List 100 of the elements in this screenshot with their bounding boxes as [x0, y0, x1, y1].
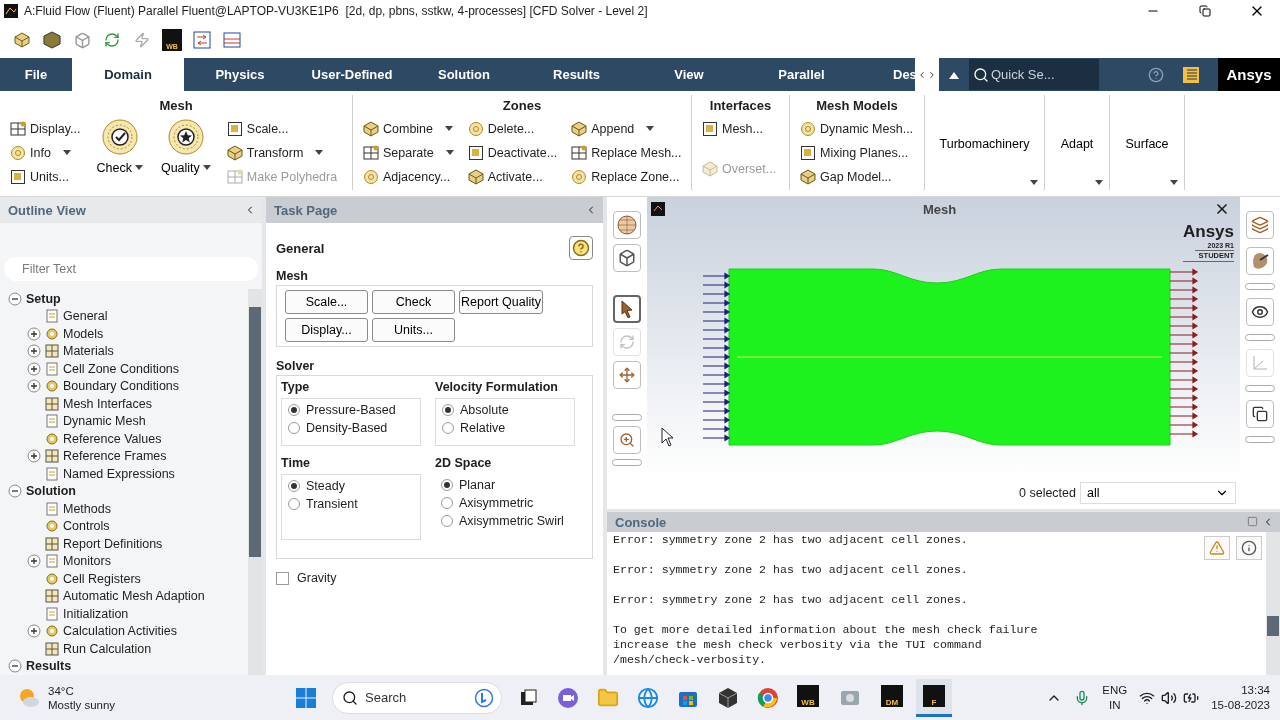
ribbon-button[interactable]: Replace Mesh... — [569, 141, 684, 165]
radio-option[interactable]: Pressure-Based — [288, 403, 414, 417]
radio-option[interactable]: Absolute — [442, 403, 568, 417]
ribbon-button[interactable]: Display... — [8, 117, 83, 141]
taskbar-app[interactable]: F — [916, 678, 952, 717]
radio-option[interactable]: Axisymmetric Swirl — [441, 514, 569, 528]
warning-button[interactable] — [1204, 536, 1230, 560]
display-button[interactable]: Display... — [285, 318, 368, 342]
ribbon-button[interactable]: Units... — [8, 165, 83, 189]
tree-item[interactable]: Methods — [63, 501, 111, 516]
filter-select[interactable]: all — [1080, 482, 1236, 504]
ribbon-button[interactable]: Quality — [156, 117, 215, 177]
tree-item[interactable]: Initialization — [63, 606, 129, 621]
scroll-right-icon[interactable] — [927, 69, 937, 80]
scrollbar[interactable] — [1266, 532, 1280, 675]
scroll-thumb[interactable] — [1267, 616, 1279, 636]
tree-item[interactable]: Materials — [63, 344, 114, 359]
collapse-toggle[interactable] — [8, 291, 22, 306]
ribbon-button[interactable]: Activate... — [465, 165, 560, 189]
tree-item[interactable]: Mesh Interfaces — [63, 396, 152, 411]
report-quality-button[interactable]: Report Quality — [459, 290, 543, 314]
expand-toggle[interactable] — [27, 379, 41, 394]
tree-item[interactable]: Calculation Activities — [63, 624, 177, 639]
tree-item[interactable]: Dynamic Mesh — [63, 414, 146, 429]
taskbar-app[interactable]: DM — [874, 678, 910, 717]
ribbon-button[interactable]: Scale... — [224, 117, 340, 141]
tree-item[interactable]: Boundary Conditions — [63, 379, 180, 394]
tree-item[interactable]: Reference Values — [63, 431, 162, 446]
tree-item[interactable]: Cell Registers — [63, 571, 141, 586]
radio-option[interactable]: Transient — [288, 497, 414, 511]
restore-icon[interactable] — [1247, 516, 1258, 527]
help-button[interactable] — [569, 236, 593, 260]
tree-item[interactable]: Report Definitions — [63, 536, 163, 551]
tree-item[interactable]: General — [63, 309, 108, 324]
close-icon[interactable] — [1214, 201, 1230, 217]
radio-option[interactable]: Planar — [441, 478, 569, 492]
radio-option[interactable]: Axisymmetric — [441, 496, 569, 510]
ribbon-button[interactable]: Append — [569, 117, 684, 141]
tree-item[interactable]: Reference Frames — [63, 449, 167, 464]
ribbon-tab[interactable]: View — [633, 58, 745, 91]
expand-toggle[interactable] — [27, 554, 41, 569]
toolbar-button[interactable] — [192, 30, 212, 50]
ribbon-button[interactable]: Info — [8, 141, 83, 165]
scrollbar[interactable] — [248, 289, 262, 675]
ribbon-button[interactable]: Transform — [224, 141, 340, 165]
ribbon-tab[interactable]: Solution — [408, 58, 520, 91]
ribbon-tab[interactable]: File — [0, 58, 72, 91]
ribbon-button[interactable]: Mesh... — [700, 117, 779, 141]
ribbon-menu[interactable]: Turbomachinery — [933, 101, 1036, 186]
info-button[interactable] — [1236, 536, 1262, 560]
ribbon-tab[interactable]: Parallel — [745, 58, 858, 91]
radio-option[interactable]: Relative — [442, 421, 568, 435]
ribbon-button[interactable]: Gap Model... — [798, 165, 916, 189]
scale-button[interactable]: Scale... — [285, 290, 368, 314]
tree-item[interactable]: Automatic Mesh Adaption — [63, 589, 205, 604]
expand-toggle[interactable] — [27, 624, 41, 639]
view-tool-button[interactable] — [613, 244, 641, 272]
toolbar-button[interactable] — [42, 30, 62, 50]
units-button[interactable]: Units... — [372, 318, 455, 342]
collapse-toggle[interactable] — [8, 659, 22, 674]
expand-toggle[interactable] — [27, 344, 41, 359]
ribbon-button[interactable]: Separate — [361, 141, 456, 165]
view-tool-button[interactable] — [1246, 298, 1274, 326]
tree-item[interactable]: Solution — [26, 484, 76, 499]
check-button[interactable]: Check — [372, 290, 455, 314]
scroll-thumb[interactable] — [249, 307, 261, 557]
ribbon-menu[interactable]: Adapt — [1053, 101, 1101, 186]
ribbon-button[interactable]: Delete... — [465, 117, 560, 141]
tree-item[interactable]: Cell Zone Conditions — [63, 361, 180, 376]
ribbon-menu[interactable]: Surface — [1118, 101, 1176, 186]
ribbon-button[interactable]: Replace Zone... — [569, 165, 684, 189]
ribbon-tab[interactable]: Results — [520, 58, 633, 91]
expand-toggle[interactable] — [27, 449, 41, 464]
view-tool-button[interactable] — [1246, 400, 1274, 428]
expand-toggle[interactable] — [27, 326, 41, 341]
scroll-left-icon[interactable] — [917, 69, 927, 80]
toolbar-button[interactable] — [12, 30, 32, 50]
toolbar-button[interactable] — [222, 30, 242, 50]
help-icon[interactable] — [1148, 66, 1164, 83]
tree-item[interactable]: Run Calculation — [63, 641, 152, 656]
gravity-checkbox[interactable]: Gravity — [276, 571, 593, 585]
ribbon-tab[interactable]: User-Defined — [296, 58, 408, 91]
toolbar-button[interactable] — [102, 30, 122, 50]
collapse-toggle[interactable] — [8, 484, 22, 499]
ribbon-button[interactable]: Dynamic Mesh... — [798, 117, 916, 141]
radio-option[interactable]: Steady — [288, 479, 414, 493]
ribbon-tab[interactable]: Physics — [184, 58, 296, 91]
quick-search-field[interactable]: Quick Se... — [969, 59, 1099, 90]
ribbon-button[interactable]: Mixing Planes... — [798, 141, 916, 165]
filter-field[interactable]: Filter Text — [4, 257, 258, 281]
expand-toggle[interactable] — [27, 361, 41, 376]
tree-item[interactable]: Setup — [26, 291, 61, 306]
ribbon-button[interactable]: Deactivate... — [465, 141, 560, 165]
taskbar-app[interactable]: WB — [790, 678, 826, 717]
view-tool-button[interactable] — [613, 295, 641, 323]
ribbon-button[interactable]: Combine — [361, 117, 456, 141]
ribbon-button[interactable]: Check — [92, 117, 147, 177]
tree-item[interactable]: Monitors — [63, 554, 111, 569]
tree-item[interactable]: Models — [63, 326, 104, 341]
tree-item[interactable]: Named Expressions — [63, 466, 175, 481]
